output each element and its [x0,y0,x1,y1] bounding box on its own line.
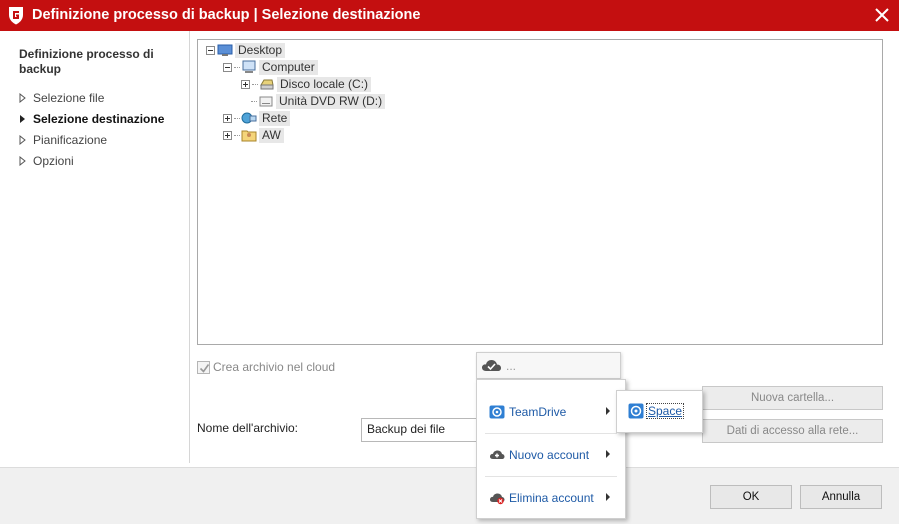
cloud-add-icon [490,450,505,459]
submenu-item-label: Space [646,403,685,419]
tree-node-local-disk[interactable]: Disco locale (C:) [241,76,372,92]
sidebar-item-opzioni[interactable]: Opzioni [19,153,164,174]
expand-icon[interactable] [223,130,232,140]
menu-item-delete-account[interactable]: Elimina account [489,489,610,507]
cloud-archive-option[interactable]: Crea archivio nel cloud [197,360,335,374]
sidebar-item-label: Pianificazione [33,133,108,147]
tree-connector [251,100,257,102]
tree-node-user[interactable]: AW [223,127,284,143]
teamdrive-submenu: Space [616,390,703,433]
tree-label: Desktop [235,42,286,58]
sidebar: Definizione processo di backup Selezione… [0,31,190,463]
tree-node-computer[interactable]: Computer [223,59,318,75]
archive-name-label: Nome dell'archivio: [197,421,298,435]
computer-icon [242,60,256,73]
cloud-archive-label: Crea archivio nel cloud [213,360,336,374]
tree-label: Rete [259,110,291,126]
checkmark-icon [199,363,210,373]
gdata-shield-icon [9,7,23,25]
submenu-arrow-icon [606,493,610,501]
network-icon [241,112,257,124]
sidebar-item-label: Selezione destinazione [33,112,165,126]
hard-drive-icon [260,79,274,90]
cloud-provider-dropdown[interactable]: ... [476,352,621,379]
menu-item-label: Elimina account [509,491,594,505]
cloud-provider-selected: ... [506,358,517,373]
sidebar-nav: Selezione file Selezione destinazione Pi… [19,90,164,174]
chevron-right-filled-icon [19,111,33,127]
menu-separator [485,433,617,434]
teamdrive-space-icon [628,403,644,419]
chevron-right-icon [19,153,33,169]
menu-item-label: TeamDrive [509,405,567,419]
sidebar-item-pianificazione[interactable]: Pianificazione [19,132,164,153]
folder-tree[interactable]: Desktop Computer Disco locale (C:) Unità… [197,39,883,345]
sidebar-item-selezione-file[interactable]: Selezione file [19,90,164,111]
menu-separator [485,476,617,477]
ok-button[interactable]: OK [710,485,792,509]
chevron-right-icon [19,132,33,148]
tree-label: Computer [259,59,318,75]
tree-connector [252,83,258,85]
expand-icon[interactable] [241,79,250,89]
cloud-delete-icon [490,493,505,505]
submenu-arrow-icon [606,407,610,415]
menu-item-label: Nuovo account [509,448,590,462]
archive-name-input[interactable]: Backup dei file [361,418,491,442]
window-title: Definizione processo di backup | Selezio… [32,7,421,23]
menu-item-new-account[interactable]: Nuovo account [489,446,610,464]
submenu-arrow-icon [606,450,610,458]
submenu-item-space[interactable]: Space [628,403,685,419]
tree-label: Disco locale (C:) [277,76,372,92]
desktop-icon [217,44,233,56]
tree-node-desktop[interactable]: Desktop [206,42,286,58]
user-folder-icon [241,130,257,142]
tree-node-network[interactable]: Rete [223,110,291,126]
cloud-provider-menu: TeamDrive Nuovo account Elimina account [476,379,626,519]
tree-connector [234,66,240,68]
cloud-archive-checkbox[interactable] [197,360,210,374]
dialog-footer: OK Annulla [0,467,899,524]
cloud-check-icon [482,359,501,371]
tree-connector [234,134,240,136]
sidebar-item-label: Selezione file [33,91,105,105]
menu-item-teamdrive[interactable]: TeamDrive [489,403,610,421]
tree-connector [234,117,240,119]
chevron-right-icon [19,90,33,106]
sidebar-section-title: Definizione processo di backup [19,47,154,76]
sidebar-item-selezione-destinazione[interactable]: Selezione destinazione [19,111,164,132]
sidebar-item-label: Opzioni [33,154,74,168]
teamdrive-icon [489,405,505,419]
collapse-icon[interactable] [223,62,232,72]
network-access-button[interactable]: Dati di accesso alla rete... [702,419,883,443]
expand-icon[interactable] [223,113,232,123]
close-icon[interactable] [873,6,891,24]
cancel-button[interactable]: Annulla [800,485,882,509]
tree-label: Unità DVD RW (D:) [276,93,386,109]
collapse-icon[interactable] [206,45,215,55]
tree-label: AW [259,127,284,143]
dvd-drive-icon [259,96,273,107]
title-bar: Definizione processo di backup | Selezio… [0,0,899,31]
new-folder-button[interactable]: Nuova cartella... [702,386,883,410]
tree-node-dvd-drive[interactable]: Unità DVD RW (D:) [251,93,386,109]
